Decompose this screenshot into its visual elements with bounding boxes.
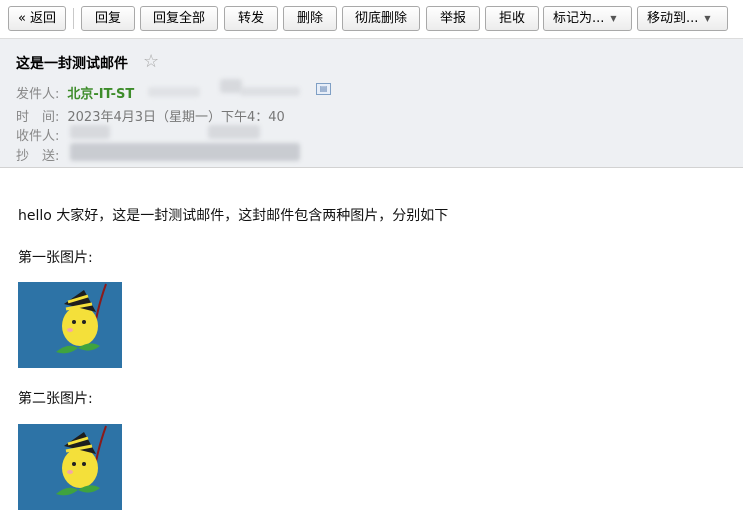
report-button[interactable]: 举报 <box>426 6 480 31</box>
reject-button[interactable]: 拒收 <box>485 6 539 31</box>
move-to-dropdown[interactable]: 移动到... ▼ <box>637 6 728 31</box>
move-to-label: 移动到... <box>647 11 699 26</box>
star-icon[interactable]: ☆ <box>143 51 159 72</box>
mark-as-label: 标记为... <box>553 11 605 26</box>
redacted-cc <box>70 143 300 161</box>
delete-button[interactable]: 删除 <box>283 6 337 31</box>
to-row: 收件人: <box>16 125 59 144</box>
mark-as-dropdown[interactable]: 标记为... ▼ <box>543 6 632 31</box>
redacted-address <box>220 79 242 93</box>
sender-name[interactable]: 北京-IT-ST <box>67 87 134 102</box>
time-label: 时 间: <box>16 110 60 125</box>
to-label: 收件人: <box>16 129 60 144</box>
back-button[interactable]: « 返回 <box>8 6 66 31</box>
redacted-address <box>148 87 200 97</box>
chevron-down-icon: ▼ <box>610 14 617 23</box>
second-image <box>18 424 122 510</box>
email-header: 这是一封测试邮件 ☆ 发件人: 北京-IT-ST ▤ 时 间: 2023年4月3日（… <box>0 38 743 168</box>
reply-button[interactable]: 回复 <box>81 6 135 31</box>
second-image-label: 第二张图片: <box>18 391 93 407</box>
time-value: 2023年4月3日（星期一）下午4：40 <box>67 110 285 125</box>
contact-card-icon[interactable]: ▤ <box>316 83 331 95</box>
forward-button[interactable]: 转发 <box>224 6 278 31</box>
redacted-recipients <box>70 125 110 139</box>
from-label: 发件人: <box>16 87 60 102</box>
redacted-recipients <box>208 125 260 139</box>
cc-row: 抄 送: <box>16 145 59 164</box>
cc-label: 抄 送: <box>16 149 60 164</box>
toolbar: « 返回 回复 回复全部 转发 删除 彻底删除 举报 拒收 标记为... ▼ 移动… <box>0 0 743 38</box>
body-intro: hello 大家好，这是一封测试邮件，这封邮件包含两种图片，分别如下 <box>18 208 449 224</box>
first-image <box>18 282 122 368</box>
first-image-label: 第一张图片: <box>18 250 93 266</box>
email-subject: 这是一封测试邮件 <box>16 56 128 72</box>
delete-forever-button[interactable]: 彻底删除 <box>342 6 420 31</box>
time-row: 时 间: 2023年4月3日（星期一）下午4：40 <box>16 106 285 125</box>
reply-all-button[interactable]: 回复全部 <box>140 6 218 31</box>
toolbar-divider <box>73 8 74 29</box>
redacted-address <box>240 87 300 96</box>
from-row: 发件人: 北京-IT-ST <box>16 83 134 102</box>
chevron-down-icon: ▼ <box>704 14 711 23</box>
